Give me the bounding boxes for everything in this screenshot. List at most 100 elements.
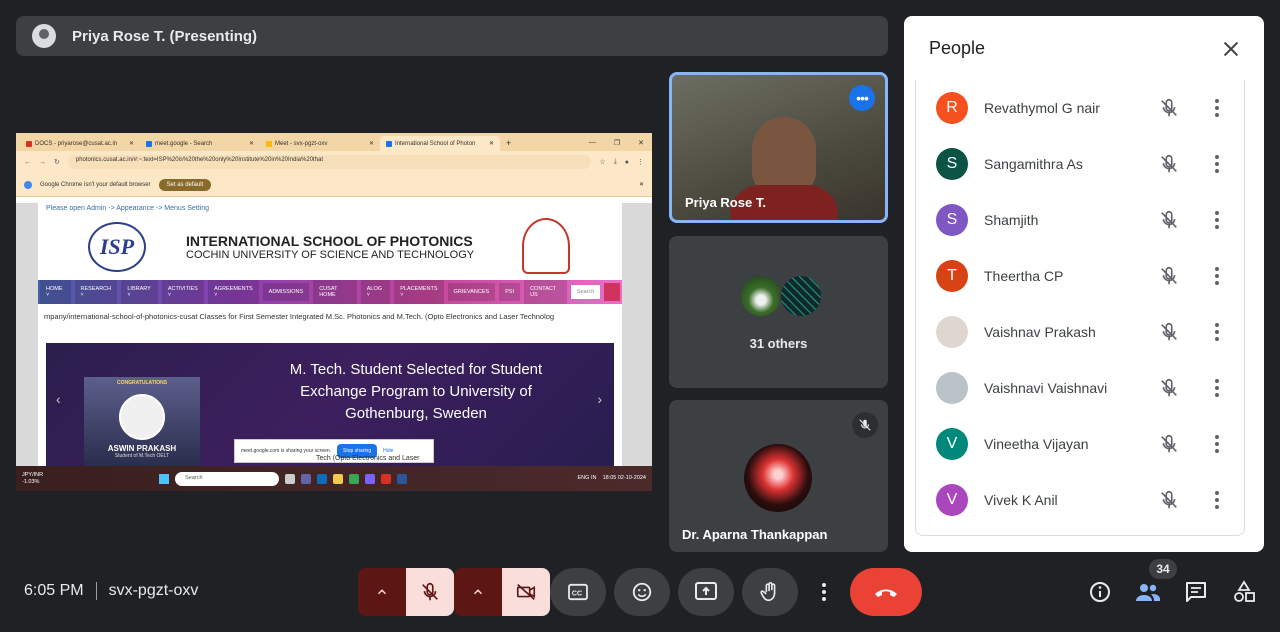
forward-icon[interactable]: → (39, 159, 46, 166)
mic-off-icon[interactable] (1158, 265, 1180, 287)
participant-more-icon[interactable] (1207, 154, 1227, 174)
participant-row[interactable]: V Vivek K Anil (916, 472, 1246, 528)
browser-tab[interactable]: meet.google - Search ✕ (140, 136, 260, 151)
nav-item-library[interactable]: LIBRARY ˅ (121, 280, 158, 304)
tab-close-icon[interactable]: ✕ (369, 140, 374, 147)
browser-tab[interactable]: DOCS - priyarose@cusat.ac.in ✕ (20, 136, 140, 151)
people-button[interactable] (1134, 578, 1162, 606)
download-icon[interactable]: ⤓ (614, 158, 617, 166)
pdf-reader-icon[interactable] (381, 473, 392, 484)
tab-close-icon[interactable]: ✕ (489, 140, 494, 147)
video-settings-chevron-icon[interactable] (454, 568, 502, 616)
site-search-icon[interactable] (604, 283, 620, 301)
mic-off-icon[interactable] (1158, 209, 1180, 231)
taskbar-tray[interactable]: ENG IN 18:05 02-10-2024 (577, 475, 646, 482)
participant-more-icon[interactable] (1207, 322, 1227, 342)
browser-tab-active[interactable]: International School of Photon ✕ (380, 136, 500, 151)
more-options-button[interactable] (808, 568, 840, 616)
present-screen-button[interactable] (678, 568, 734, 616)
banner-next-icon[interactable]: › (597, 391, 602, 407)
windows-start-icon[interactable] (159, 473, 170, 484)
emoji-reaction-button[interactable] (614, 568, 670, 616)
mic-off-icon[interactable] (1158, 433, 1180, 455)
nav-item-placements[interactable]: PLACEMENTS ˅ (394, 280, 444, 304)
nav-item-admissions[interactable]: ADMISSIONS (262, 283, 310, 301)
more-options-icon[interactable]: ••• (849, 85, 875, 111)
set-as-default-button[interactable]: Set as default (158, 178, 212, 191)
audio-settings-chevron-icon[interactable] (358, 568, 406, 616)
default-browser-infobar: Google Chrome isn't your default browser… (16, 173, 652, 197)
participant-row[interactable]: R Revathymol G nair (916, 80, 1246, 136)
avatar: V (936, 428, 968, 460)
mic-off-icon[interactable] (1158, 489, 1180, 511)
teams-icon[interactable] (301, 473, 312, 484)
mic-off-icon[interactable] (1158, 377, 1180, 399)
chat-button[interactable] (1182, 578, 1210, 606)
tab-close-icon[interactable]: ✕ (249, 140, 254, 147)
participant-row[interactable]: V Vineetha Vijayan (916, 416, 1246, 472)
raise-hand-button[interactable] (742, 568, 798, 616)
participant-row[interactable]: S Shamjith (916, 192, 1246, 248)
profile-icon[interactable]: ● (625, 159, 629, 166)
participant-row[interactable]: Vaishnavi Vaishnavi (916, 360, 1246, 416)
back-icon[interactable]: ← (24, 159, 31, 166)
shared-screen[interactable]: DOCS - priyarose@cusat.ac.in ✕ meet.googl… (16, 133, 652, 491)
file-explorer-icon[interactable] (333, 473, 344, 484)
mic-off-icon[interactable] (1158, 97, 1180, 119)
captions-button[interactable]: CC (550, 568, 606, 616)
nav-item-cusat-home[interactable]: CUSAT HOME (313, 280, 357, 304)
browser-tab[interactable]: Meet - svx-pgzt-oxv ✕ (260, 136, 380, 151)
participant-tile[interactable]: Dr. Aparna Thankappan (669, 400, 888, 552)
leave-call-button[interactable] (850, 568, 922, 616)
activities-shapes-icon (1234, 580, 1255, 602)
others-tile[interactable]: 31 others (669, 236, 888, 388)
nav-item-grievances[interactable]: GRIEVANCES (447, 283, 496, 301)
maximize-icon[interactable]: ❐ (614, 139, 620, 147)
app-icon[interactable] (365, 473, 376, 484)
participant-more-icon[interactable] (1207, 378, 1227, 398)
participant-more-icon[interactable] (1207, 490, 1227, 510)
hide-sharing-link[interactable]: Hide (383, 448, 393, 454)
minimize-icon[interactable]: — (589, 139, 596, 147)
participant-more-icon[interactable] (1207, 210, 1227, 230)
participant-more-icon[interactable] (1207, 266, 1227, 286)
isp-logo: ISP (88, 222, 146, 272)
nav-item-activities[interactable]: ACTIVITIES ˅ (161, 280, 205, 304)
mic-toggle-button[interactable] (406, 568, 454, 616)
nav-item-agreements[interactable]: AGREEMENTS ˅ (208, 280, 259, 304)
participant-row[interactable]: S Sangamithra As (916, 136, 1246, 192)
nav-item-contact-us[interactable]: CONTACT US (524, 280, 567, 304)
nav-item-home[interactable]: HOME ˅ (40, 280, 71, 304)
participant-row[interactable]: Vaishnav Prakash (916, 304, 1246, 360)
nav-item-research[interactable]: RESEARCH ˅ (74, 280, 118, 304)
nav-item-psi[interactable]: PSI (499, 283, 521, 301)
meeting-details-button[interactable] (1086, 578, 1114, 606)
window-close-icon[interactable]: ✕ (638, 139, 644, 147)
participant-more-icon[interactable] (1207, 434, 1227, 454)
taskbar-search-input[interactable]: Search (175, 471, 280, 486)
site-search-input[interactable]: Search (570, 285, 601, 299)
presenter-video-tile[interactable]: ••• Priya Rose T. (669, 72, 888, 223)
tab-close-icon[interactable]: ✕ (129, 140, 134, 147)
address-bar[interactable]: photonics.cusat.ac.in/#:~:text=ISP%20is%… (67, 155, 592, 169)
activities-button[interactable] (1230, 578, 1258, 606)
taskbar-stock-widget[interactable]: JPY/INR -1.03% (22, 472, 43, 486)
camera-toggle-button[interactable] (502, 568, 550, 616)
chrome-icon[interactable] (349, 473, 360, 484)
bookmark-star-icon[interactable]: ☆ (599, 158, 605, 166)
banner-prev-icon[interactable]: ‹ (56, 391, 61, 407)
reload-icon[interactable]: ↻ (54, 158, 60, 166)
task-view-icon[interactable] (285, 473, 296, 484)
meeting-code[interactable]: svx-pgzt-oxv (109, 582, 199, 600)
close-icon[interactable] (1220, 38, 1242, 60)
participant-row[interactable]: T Theertha CP (916, 248, 1246, 304)
participant-more-icon[interactable] (1207, 98, 1227, 118)
mic-off-icon[interactable] (1158, 153, 1180, 175)
nav-item-alog[interactable]: ALOG ˅ (360, 280, 391, 304)
edge-icon[interactable] (317, 473, 328, 484)
mic-off-icon[interactable] (1158, 321, 1180, 343)
browser-menu-icon[interactable]: ⋮ (637, 158, 644, 166)
infobar-close-icon[interactable]: ✕ (639, 181, 644, 188)
word-icon[interactable] (397, 473, 408, 484)
new-tab-icon[interactable]: + (500, 138, 517, 151)
